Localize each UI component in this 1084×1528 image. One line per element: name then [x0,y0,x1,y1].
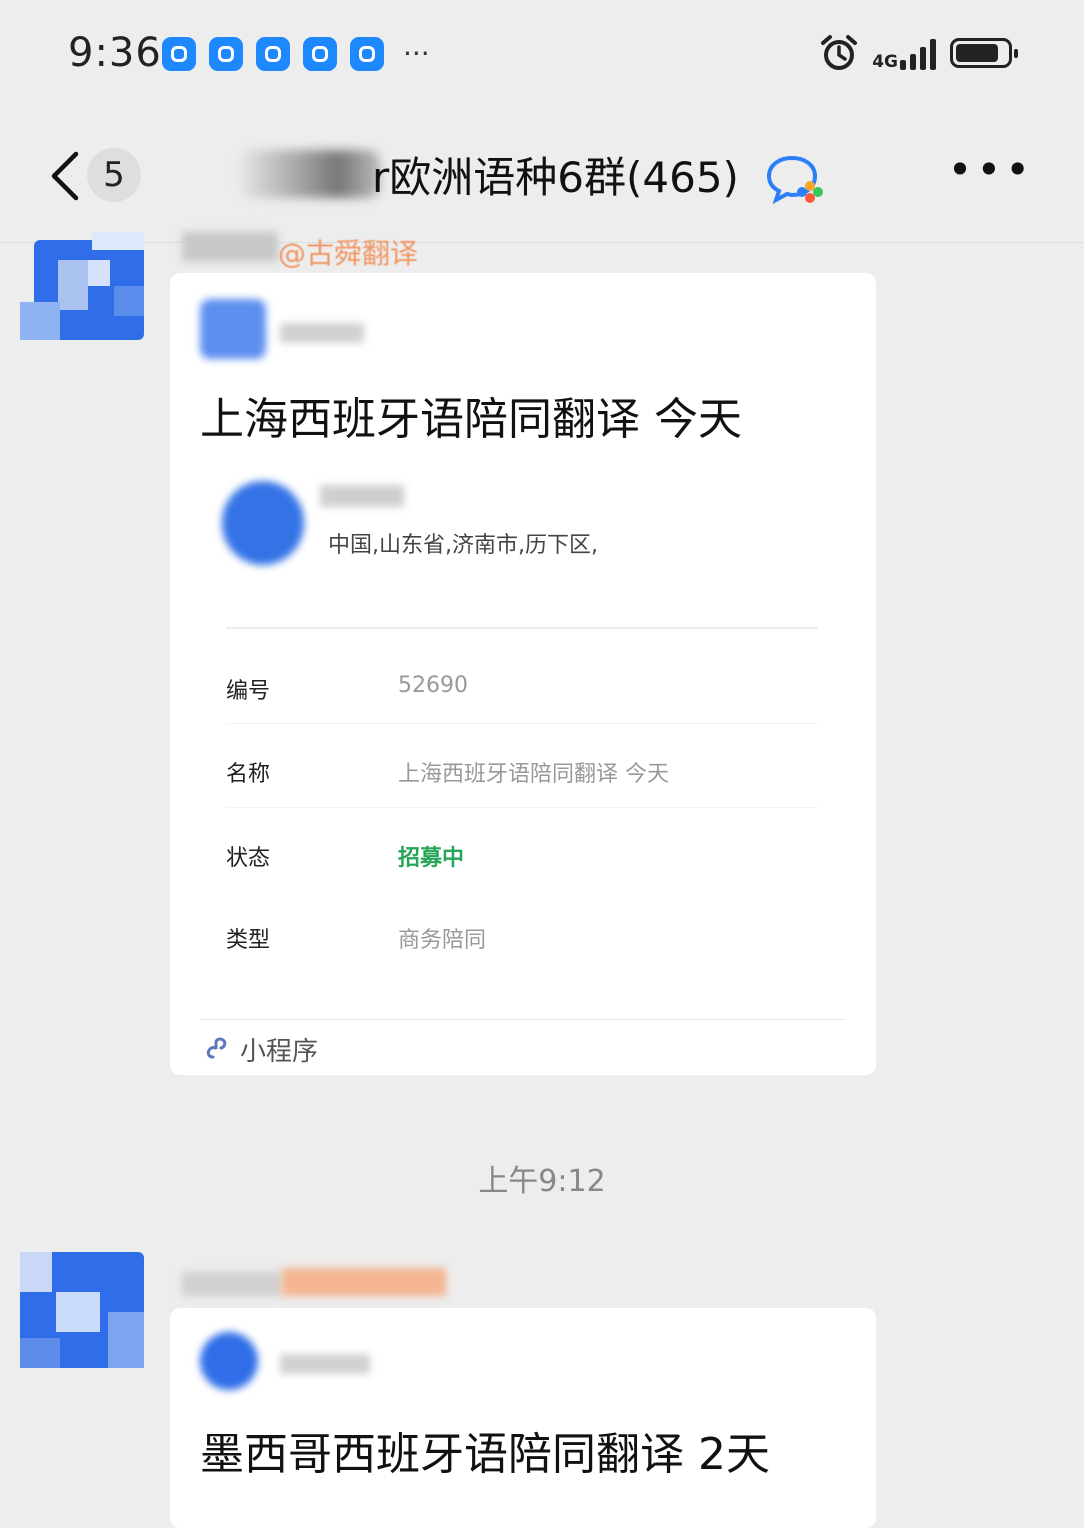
redacted-poster-avatar [222,481,304,565]
notification-icons: ··· [162,37,430,71]
field-value-id: 52690 [398,673,468,698]
field-value-status: 招募中 [398,846,465,871]
group-chat-icon [766,155,823,204]
hand-app-icon [209,37,243,71]
field-value-name: 上海西班牙语陪同翻译 今天 [398,762,669,787]
card-footer-divider [200,1019,844,1020]
redacted-sender-name [182,232,278,262]
system-indicators: 4G [820,34,1018,72]
redacted-title-prefix [240,150,380,198]
message-app-icon [162,37,196,71]
field-label-type: 类型 [226,928,271,953]
sender-avatar[interactable] [20,232,144,348]
status-time: 9:36 [68,30,162,76]
redacted-sender-name [282,1268,446,1296]
chat-title[interactable]: r欧洲语种6群(465) [372,144,739,205]
card-title: 墨西哥西班牙语陪同翻译 2天 [200,1429,770,1480]
cellular-signal-icon: 4G [872,36,936,72]
status-bar: 9:36 ··· 4G [0,0,1084,110]
sender-avatar[interactable] [20,1252,144,1368]
field-label-status: 状态 [226,846,271,871]
more-notifications-icon: ··· [403,37,430,70]
back-arrow-icon[interactable] [44,148,90,204]
unread-count-badge[interactable]: 5 [87,148,141,202]
mini-program-card[interactable]: 上海西班牙语陪同翻译 今天 中国,山东省,济南市,历下区, 编号 52690 名… [170,273,876,1075]
field-label-name: 名称 [226,762,271,787]
mini-program-icon [206,1037,227,1059]
poster-location: 中国,山东省,济南市,历下区, [328,533,598,558]
field-value-type: 商务陪同 [398,928,487,953]
more-options-icon[interactable]: ••• [948,149,1034,191]
chat-header: 5 r欧洲语种6群(465) ••• [0,110,1084,243]
row-divider [226,723,818,724]
redacted-card-source-name [280,323,364,343]
battery-icon [950,38,1018,68]
sender-name: @古舜翻译 [278,237,419,270]
bulb-app-icon [256,37,290,71]
redacted-card-source-icon [200,1332,258,1390]
card-title: 上海西班牙语陪同翻译 今天 [200,394,742,445]
mini-program-label: 小程序 [240,1037,319,1067]
message-timestamp: 上午9:12 [478,1164,606,1199]
mini-program-card[interactable]: 墨西哥西班牙语陪同翻译 2天 [170,1308,876,1528]
card-divider [226,627,818,629]
field-label-id: 编号 [226,679,271,704]
redacted-card-source-icon [200,299,266,359]
row-divider [226,807,818,808]
search-app-icon [350,37,384,71]
alipay-app-icon [303,37,337,71]
redacted-sender-name [182,1272,282,1296]
alarm-icon [821,35,858,70]
network-type: 4G [872,52,898,72]
redacted-card-source-name [280,1354,370,1374]
redacted-poster-name [320,485,404,507]
